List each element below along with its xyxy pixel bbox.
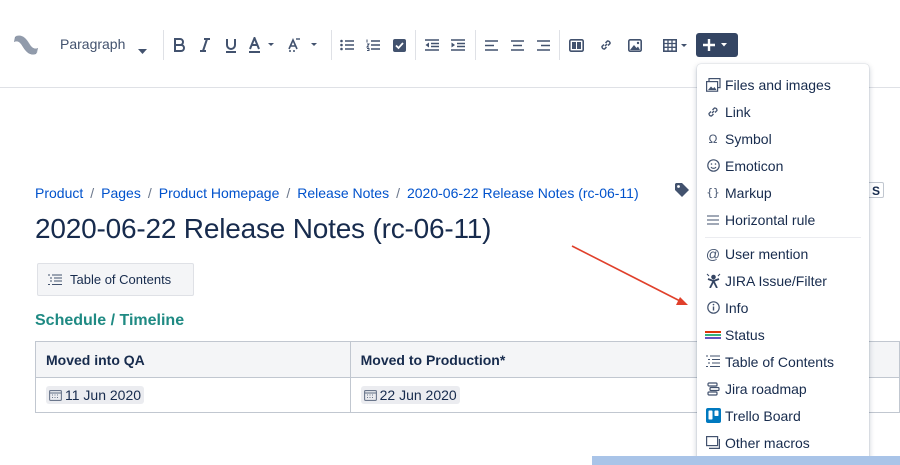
link-icon (705, 104, 721, 120)
menu-item-label: Markup (725, 184, 772, 201)
date-lozenge[interactable]: 11 Jun 2020 (46, 386, 145, 404)
toolbar-divider (559, 30, 560, 60)
section-heading[interactable]: Schedule / Timeline (35, 312, 184, 330)
menu-item-link[interactable]: Link (697, 98, 869, 125)
menu-item-trello-board[interactable]: Trello Board (697, 402, 869, 429)
breadcrumb-separator: / (396, 185, 400, 201)
menu-item-label: Status (725, 326, 765, 343)
menu-item-label: User mention (725, 245, 809, 262)
menu-item-label: Horizontal rule (725, 211, 816, 228)
page-layout-icon[interactable] (567, 33, 585, 57)
menu-item-label: Table of Contents (725, 353, 834, 370)
menu-item-label: Link (725, 103, 751, 120)
image-icon[interactable] (627, 33, 643, 57)
task-list-icon[interactable] (391, 33, 407, 57)
image-icon (705, 77, 721, 93)
breadcrumb-separator: / (90, 185, 95, 201)
background-taskbar-strip (592, 456, 900, 465)
toolbar-divider (475, 30, 476, 60)
horizontal-rule-icon (705, 212, 721, 228)
toolbar-divider (331, 30, 332, 60)
status-icon (705, 327, 721, 343)
toc-icon (48, 273, 62, 286)
bold-icon[interactable] (171, 33, 187, 57)
label-tag-icon[interactable] (674, 182, 690, 203)
text-color-icon[interactable] (248, 33, 276, 57)
braces-icon: {} (706, 186, 720, 199)
menu-item-label: Trello Board (725, 407, 801, 424)
smiley-icon (705, 158, 721, 174)
chevron-down-icon[interactable] (138, 42, 147, 60)
toolbar-divider (163, 30, 164, 60)
breadcrumb-separator: / (286, 185, 291, 201)
menu-item-markup[interactable]: {} Markup (697, 179, 869, 206)
outdent-icon[interactable] (424, 33, 440, 57)
indent-icon[interactable] (450, 33, 466, 57)
bullet-list-icon[interactable] (339, 33, 355, 57)
toc-macro-label: Table of Contents (70, 272, 172, 287)
calendar-icon (49, 390, 62, 401)
menu-item-horizontal-rule[interactable]: Horizontal rule (697, 206, 869, 233)
jira-icon (705, 273, 721, 289)
breadcrumb: Product / Pages / Product Homepage / Release N… (35, 185, 639, 201)
menu-item-jira-issue[interactable]: JIRA Issue/Filter (697, 267, 869, 294)
menu-item-label: Info (725, 299, 749, 316)
menu-item-symbol[interactable]: Ω Symbol (697, 125, 869, 152)
page-title[interactable]: 2020-06-22 Release Notes (rc-06-11) (35, 213, 491, 245)
date-lozenge[interactable]: 22 Jun 2020 (360, 386, 460, 404)
toolbar-divider (415, 30, 416, 60)
breadcrumb-link[interactable]: Product Homepage (159, 185, 280, 201)
menu-item-label: Other macros (725, 434, 810, 451)
menu-item-label: Emoticon (725, 157, 784, 174)
numbered-list-icon[interactable] (365, 33, 381, 57)
breadcrumb-link[interactable]: 2020-06-22 Release Notes (rc-06-11) (407, 185, 639, 201)
menu-item-user-mention[interactable]: @ User mention (697, 240, 869, 267)
calendar-icon (363, 390, 377, 401)
menu-item-jira-roadmap[interactable]: Jira roadmap (697, 375, 869, 402)
macro-icon (705, 435, 721, 451)
menu-item-label: Jira roadmap (725, 380, 807, 397)
omega-icon: Ω (708, 131, 718, 146)
at-icon: @ (705, 245, 721, 262)
align-center-icon[interactable] (509, 33, 525, 57)
menu-divider (705, 237, 861, 238)
paragraph-style-select[interactable]: Paragraph (60, 36, 125, 52)
menu-item-other-macros[interactable]: Other macros (697, 429, 869, 456)
menu-item-status[interactable]: Status (697, 321, 869, 348)
underline-icon[interactable] (223, 33, 239, 57)
toc-icon (705, 354, 721, 370)
table-cell[interactable]: 11 Jun 2020 (35, 377, 351, 413)
menu-item-files-and-images[interactable]: Files and images (697, 71, 869, 98)
breadcrumb-link[interactable]: Pages (101, 185, 141, 201)
link-icon[interactable] (598, 33, 614, 57)
text-formatting-more-icon[interactable] (287, 33, 319, 57)
breadcrumb-link[interactable]: Release Notes (297, 185, 389, 201)
insert-more-button[interactable] (696, 33, 738, 57)
insert-dropdown-menu: Files and images Link Ω Symbol Emoticon … (697, 64, 869, 463)
roadmap-icon (705, 381, 721, 397)
align-right-icon[interactable] (535, 33, 551, 57)
date-value: 22 Jun 2020 (379, 387, 457, 403)
menu-item-emoticon[interactable]: Emoticon (697, 152, 869, 179)
toc-macro-placeholder[interactable]: Table of Contents (37, 263, 194, 296)
trello-icon (705, 408, 721, 424)
confluence-logo[interactable] (12, 31, 40, 64)
table-icon[interactable] (662, 33, 690, 57)
align-left-icon[interactable] (483, 33, 499, 57)
breadcrumb-separator: / (147, 185, 152, 201)
menu-item-info[interactable]: Info (697, 294, 869, 321)
italic-icon[interactable] (197, 33, 213, 57)
menu-item-label: Files and images (725, 76, 831, 93)
info-icon (705, 300, 721, 316)
menu-item-table-of-contents[interactable]: Table of Contents (697, 348, 869, 375)
menu-item-label: Symbol (725, 130, 772, 147)
menu-item-label: JIRA Issue/Filter (725, 272, 827, 289)
table-header-cell[interactable]: Moved into QA (35, 341, 351, 378)
breadcrumb-link[interactable]: Product (35, 185, 83, 201)
date-value: 11 Jun 2020 (65, 387, 142, 403)
